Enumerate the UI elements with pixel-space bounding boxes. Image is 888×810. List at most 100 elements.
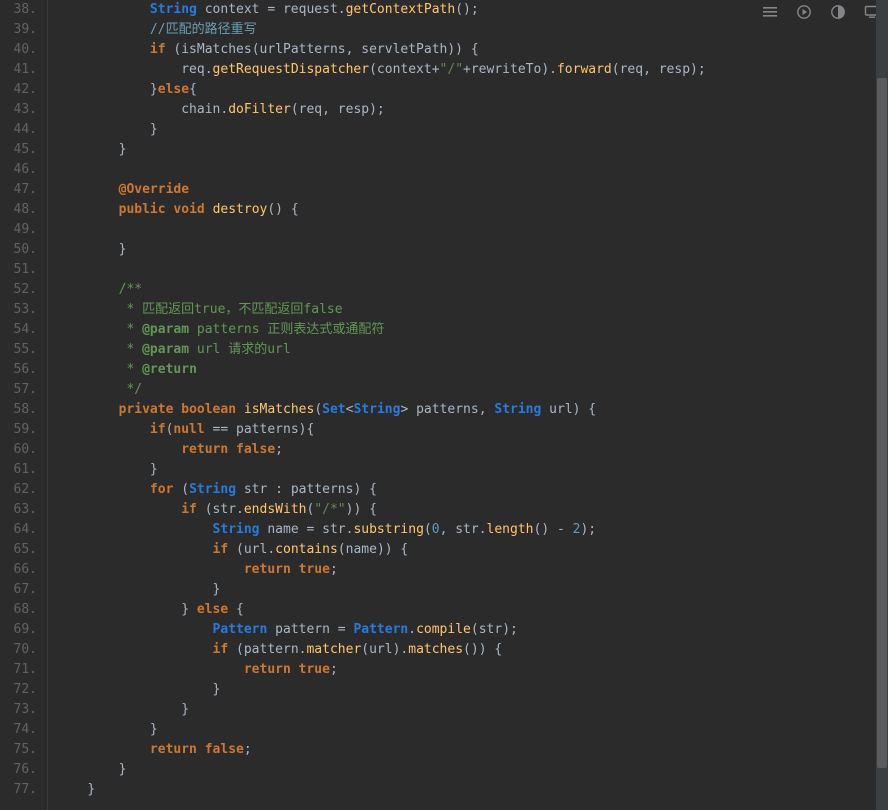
token-cmt-doc: * <box>119 362 142 377</box>
code-line[interactable]: } <box>56 580 888 600</box>
line-number[interactable]: 60. <box>0 440 37 460</box>
token-p: ( <box>338 542 346 557</box>
code-line[interactable]: } <box>56 460 888 480</box>
code-line[interactable]: } <box>56 760 888 780</box>
code-editor[interactable]: 38.39.40.41.42.43.44.45.46.47.48.49.50.5… <box>0 0 888 810</box>
code-line[interactable] <box>56 160 888 180</box>
code-line[interactable]: return false; <box>56 740 888 760</box>
line-number[interactable]: 59. <box>0 420 37 440</box>
code-line[interactable]: @Override <box>56 180 888 200</box>
code-line[interactable]: //匹配的路径重写 <box>56 20 888 40</box>
code-line[interactable]: if (url.contains(name)) { <box>56 540 888 560</box>
code-line[interactable]: * 匹配返回true，不匹配返回false <box>56 300 888 320</box>
code-line[interactable]: for (String str : patterns) { <box>56 480 888 500</box>
code-line[interactable]: Pattern pattern = Pattern.compile(str); <box>56 620 888 640</box>
code-line[interactable]: } <box>56 680 888 700</box>
vertical-scrollbar[interactable] <box>876 0 888 810</box>
code-line[interactable]: } else { <box>56 600 888 620</box>
line-number[interactable]: 71. <box>0 660 37 680</box>
token-p: , <box>346 42 362 57</box>
run-icon[interactable] <box>796 4 812 20</box>
code-line[interactable]: return false; <box>56 440 888 460</box>
code-line[interactable]: if(null == patterns){ <box>56 420 888 440</box>
line-number[interactable]: 75. <box>0 740 37 760</box>
line-number[interactable]: 49. <box>0 220 37 240</box>
line-number[interactable]: 57. <box>0 380 37 400</box>
line-number[interactable]: 64. <box>0 520 37 540</box>
code-area[interactable]: String context = request.getContextPath(… <box>48 0 888 810</box>
token-sp <box>56 142 119 157</box>
code-line[interactable]: return true; <box>56 560 888 580</box>
line-number[interactable]: 77. <box>0 780 37 800</box>
token-id: rewriteTo <box>471 62 541 77</box>
line-number[interactable]: 62. <box>0 480 37 500</box>
code-line[interactable]: String name = str.substring(0, str.lengt… <box>56 520 888 540</box>
code-line[interactable]: * @param patterns 正则表达式或通配符 <box>56 320 888 340</box>
line-number[interactable]: 38. <box>0 0 37 20</box>
line-number[interactable]: 70. <box>0 640 37 660</box>
line-number[interactable]: 51. <box>0 260 37 280</box>
line-number[interactable]: 76. <box>0 760 37 780</box>
line-number[interactable]: 66. <box>0 560 37 580</box>
line-number[interactable]: 45. <box>0 140 37 160</box>
code-line[interactable]: */ <box>56 380 888 400</box>
code-line[interactable]: } <box>56 140 888 160</box>
line-number[interactable]: 73. <box>0 700 37 720</box>
line-number[interactable]: 50. <box>0 240 37 260</box>
line-number[interactable]: 40. <box>0 40 37 60</box>
code-line[interactable]: * @return <box>56 360 888 380</box>
token-sp <box>236 482 244 497</box>
code-line[interactable]: }else{ <box>56 80 888 100</box>
line-number[interactable]: 72. <box>0 680 37 700</box>
line-number[interactable]: 65. <box>0 540 37 560</box>
gutter[interactable]: 38.39.40.41.42.43.44.45.46.47.48.49.50.5… <box>0 0 48 810</box>
line-number[interactable]: 43. <box>0 100 37 120</box>
list-icon[interactable] <box>762 4 778 20</box>
line-number[interactable]: 52. <box>0 280 37 300</box>
code-line[interactable]: req.getRequestDispatcher(context+"/"+rew… <box>56 60 888 80</box>
code-line[interactable]: } <box>56 240 888 260</box>
token-num: 0 <box>432 522 440 537</box>
token-p: } <box>87 782 95 797</box>
code-line[interactable]: return true; <box>56 660 888 680</box>
line-number[interactable]: 68. <box>0 600 37 620</box>
code-line[interactable] <box>56 260 888 280</box>
code-line[interactable]: private boolean isMatches(Set<String> pa… <box>56 400 888 420</box>
line-number[interactable]: 39. <box>0 20 37 40</box>
code-line[interactable]: chain.doFilter(req, resp); <box>56 100 888 120</box>
line-number[interactable]: 47. <box>0 180 37 200</box>
line-number[interactable]: 74. <box>0 720 37 740</box>
line-number[interactable]: 54. <box>0 320 37 340</box>
line-number[interactable]: 56. <box>0 360 37 380</box>
scrollbar-thumb[interactable] <box>877 78 887 768</box>
code-line[interactable]: if (str.endsWith("/*")) { <box>56 500 888 520</box>
line-number[interactable]: 41. <box>0 60 37 80</box>
code-line[interactable]: } <box>56 720 888 740</box>
line-number[interactable]: 53. <box>0 300 37 320</box>
token-sp <box>205 202 213 217</box>
line-number[interactable]: 46. <box>0 160 37 180</box>
line-number[interactable]: 69. <box>0 620 37 640</box>
token-fn: destroy <box>213 202 268 217</box>
code-line[interactable]: if (isMatches(urlPatterns, servletPath))… <box>56 40 888 60</box>
token-sp <box>56 62 181 77</box>
code-line[interactable]: } <box>56 120 888 140</box>
line-number[interactable]: 67. <box>0 580 37 600</box>
contrast-icon[interactable] <box>830 4 846 20</box>
line-number[interactable]: 42. <box>0 80 37 100</box>
token-kw: if <box>213 542 229 557</box>
token-fn: contains <box>275 542 338 557</box>
line-number[interactable]: 55. <box>0 340 37 360</box>
code-line[interactable]: public void destroy() { <box>56 200 888 220</box>
line-number[interactable]: 61. <box>0 460 37 480</box>
code-line[interactable]: if (pattern.matcher(url).matches()) { <box>56 640 888 660</box>
code-line[interactable]: * @param url 请求的url <box>56 340 888 360</box>
code-line[interactable]: } <box>56 700 888 720</box>
line-number[interactable]: 58. <box>0 400 37 420</box>
line-number[interactable]: 48. <box>0 200 37 220</box>
code-line[interactable] <box>56 220 888 240</box>
code-line[interactable]: } <box>56 780 888 800</box>
line-number[interactable]: 63. <box>0 500 37 520</box>
code-line[interactable]: /** <box>56 280 888 300</box>
line-number[interactable]: 44. <box>0 120 37 140</box>
